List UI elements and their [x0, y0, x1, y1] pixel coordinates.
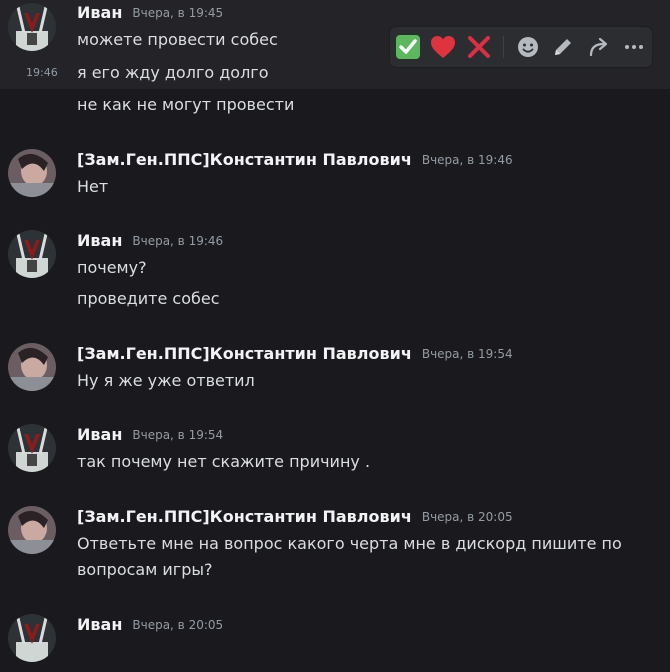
message-text: Нет: [77, 177, 109, 196]
message-group: [Зам.Ген.ППС]Константин Павлович Вчера, в…: [0, 504, 670, 594]
message-side-timestamp: 19:46: [26, 66, 58, 79]
avatar[interactable]: [8, 506, 56, 554]
avatar[interactable]: [8, 424, 56, 472]
forward-icon: [589, 37, 607, 57]
avatar-image-icon: [8, 230, 56, 278]
message-timestamp: Вчера, в 20:05: [421, 510, 513, 524]
message-author[interactable]: Иван Вчера, в 19:54: [77, 425, 223, 444]
avatar-image-icon: [8, 424, 56, 472]
more-icon: [625, 45, 644, 49]
message-author[interactable]: [Зам.Ген.ППС]Константин Павлович Вчера, в…: [77, 507, 513, 526]
edit-message-button[interactable]: [545, 29, 581, 65]
author-name[interactable]: Иван: [77, 615, 122, 634]
message-text: можете провести собес: [77, 30, 278, 49]
message-group: [Зам.Ген.ППС]Константин Павлович Вчера, в…: [0, 341, 670, 401]
avatar-image-icon: [8, 614, 56, 662]
message-group: Иван Вчера, в 19:54 так почему нет скажит…: [0, 422, 670, 482]
message-group: Иван Вчера, в 20:05: [0, 612, 670, 672]
avatar-image-icon: [8, 149, 56, 197]
forward-message-button[interactable]: [581, 29, 617, 65]
more-options-button[interactable]: [616, 29, 652, 65]
message-text: Ну я же уже ответил: [77, 371, 255, 390]
author-name[interactable]: Иван: [77, 3, 122, 22]
message-group: Иван Вчера, в 19:46 почему? проведите соб…: [0, 228, 670, 318]
message-text: почему?: [77, 258, 147, 277]
message-text: проведите собес: [77, 289, 220, 308]
message-timestamp: Вчера, в 19:45: [132, 6, 224, 20]
heart-reaction-button[interactable]: [426, 29, 462, 65]
avatar[interactable]: [8, 614, 56, 662]
author-name[interactable]: Иван: [77, 425, 122, 444]
check-mark-reaction-button[interactable]: [390, 29, 426, 65]
message-timestamp: Вчера, в 19:54: [132, 428, 224, 442]
message-text: так почему нет скажите причину .: [77, 452, 371, 471]
add-reaction-icon: [517, 37, 538, 57]
message-text: Ответьте мне на вопрос какого черта мне …: [77, 534, 622, 579]
author-name[interactable]: Иван: [77, 231, 122, 250]
author-name[interactable]: [Зам.Ген.ППС]Константин Павлович: [77, 507, 412, 526]
message-group: [Зам.Ген.ППС]Константин Павлович Вчера, в…: [0, 147, 670, 207]
edit-icon: [555, 39, 572, 55]
author-name[interactable]: [Зам.Ген.ППС]Константин Павлович: [77, 344, 412, 363]
message-timestamp: Вчера, в 19:46: [421, 153, 513, 167]
add-reaction-button[interactable]: [510, 29, 546, 65]
message-author[interactable]: [Зам.Ген.ППС]Константин Павлович Вчера, в…: [77, 344, 513, 363]
message-text: я его жду долго долго: [77, 63, 269, 82]
avatar-image-icon: [8, 343, 56, 391]
avatar[interactable]: [8, 230, 56, 278]
avatar[interactable]: [8, 343, 56, 391]
author-name[interactable]: [Зам.Ген.ППС]Константин Павлович: [77, 150, 412, 169]
message-author[interactable]: Иван Вчера, в 20:05: [77, 615, 223, 634]
avatar[interactable]: [8, 3, 56, 51]
avatar-image-icon: [8, 506, 56, 554]
toolbar-divider: [502, 36, 504, 58]
heart-reaction-icon: [431, 36, 456, 58]
message-author[interactable]: Иван Вчера, в 19:46: [77, 231, 223, 250]
message-action-toolbar: [390, 27, 652, 67]
message-timestamp: Вчера, в 19:54: [421, 347, 513, 361]
message-timestamp: Вчера, в 20:05: [132, 618, 224, 632]
check-mark-reaction-icon: [395, 35, 420, 59]
avatar-image-icon: [8, 3, 56, 51]
message-author[interactable]: [Зам.Ген.ППС]Константин Павлович Вчера, в…: [77, 150, 513, 169]
message-text: не как не могут провести: [77, 95, 295, 114]
avatar[interactable]: [8, 149, 56, 197]
message-timestamp: Вчера, в 19:46: [132, 234, 224, 248]
message-author[interactable]: Иван Вчера, в 19:45: [77, 3, 223, 22]
cross-mark-reaction-button[interactable]: [461, 29, 497, 65]
cross-mark-reaction-icon: [467, 36, 490, 58]
